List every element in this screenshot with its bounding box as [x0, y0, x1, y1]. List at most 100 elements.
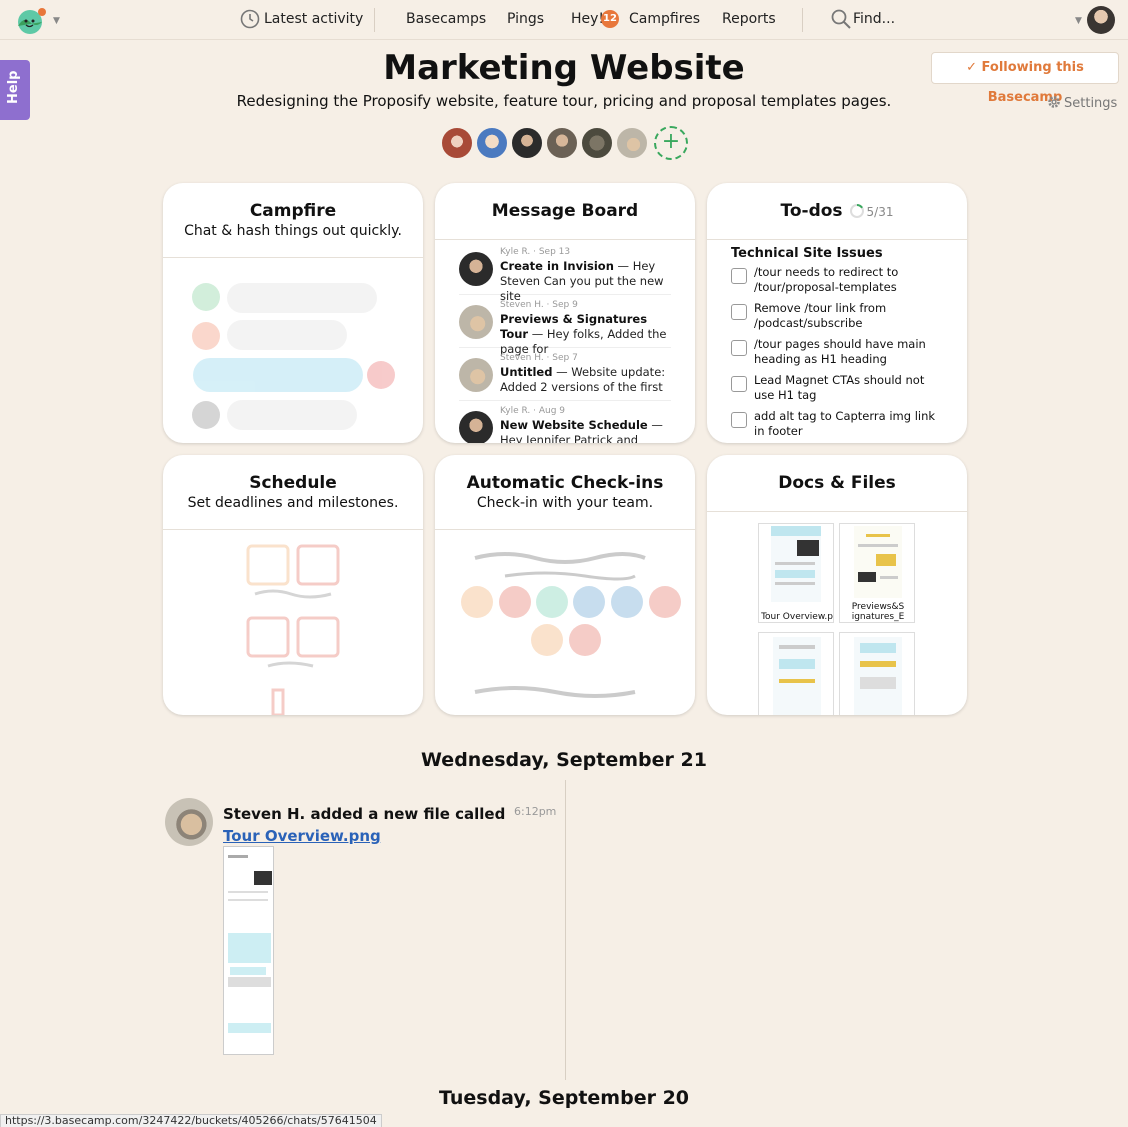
- nav-divider: [374, 8, 375, 32]
- doc-thumbnail[interactable]: [758, 632, 834, 715]
- message-meta: Steven H. · Sep 7: [500, 353, 578, 363]
- doc-thumbnail[interactable]: Previews&S ignatures_E: [839, 523, 915, 623]
- card-title: Automatic Check-ins: [466, 473, 664, 493]
- activity-entry: Steven H. added a new file called Tour O…: [223, 803, 508, 847]
- message-item[interactable]: Kyle R. · Sep 13 Create in Invision — He…: [459, 243, 671, 303]
- author-avatar: [459, 358, 493, 392]
- todo-item: Remove /tour link from /podcast/subscrib…: [731, 301, 946, 337]
- card-description: Set deadlines and milestones.: [187, 495, 399, 511]
- project-description: Redesigning the Proposify website, featu…: [236, 92, 892, 110]
- search-icon[interactable]: [830, 8, 852, 30]
- activity-file-preview[interactable]: [223, 846, 274, 1055]
- activity-text: Steven H. added a new file called: [223, 805, 506, 823]
- doc-thumbnail[interactable]: [839, 632, 915, 715]
- top-navigation: ▼ Latest activity Basecamps Pings Hey! 1…: [0, 0, 1128, 40]
- automatic-checkins-card[interactable]: Automatic Check-ins Check-in with your t…: [435, 455, 695, 715]
- todo-checkbox[interactable]: [731, 340, 747, 356]
- add-people-button[interactable]: +: [654, 126, 688, 160]
- doc-preview-image: [854, 526, 902, 598]
- person-avatar[interactable]: [545, 126, 579, 160]
- hey-count-badge: 12: [601, 10, 619, 28]
- schedule-card[interactable]: Schedule Set deadlines and milestones.: [163, 455, 423, 715]
- nav-basecamps[interactable]: Basecamps: [406, 11, 486, 27]
- todo-text[interactable]: add alt tag to Capterra img link in foot…: [754, 409, 946, 439]
- my-avatar[interactable]: [1087, 6, 1115, 34]
- doc-name: Previews&S ignatures_E: [840, 602, 914, 622]
- day-heading: Tuesday, September 20: [438, 1087, 690, 1109]
- message-text: Untitled — Website update: Added 2 versi…: [500, 365, 676, 395]
- nav-reports[interactable]: Reports: [722, 11, 776, 27]
- card-title: Docs & Files: [778, 473, 896, 493]
- message-text: New Website Schedule — Hey Jennifer Patr…: [500, 418, 676, 443]
- account-dropdown-icon[interactable]: ▼: [1075, 16, 1082, 26]
- doc-thumbnail[interactable]: Tour Overview.p: [758, 523, 834, 623]
- todo-checkbox[interactable]: [731, 268, 747, 284]
- card-title: Message Board: [491, 201, 639, 221]
- campfire-illustration: [192, 283, 395, 430]
- author-avatar: [459, 305, 493, 339]
- card-header: Docs & Files: [707, 455, 967, 512]
- nav-campfires[interactable]: Campfires: [629, 11, 700, 27]
- todo-text[interactable]: Remove /tour link from /podcast/subscrib…: [754, 301, 946, 331]
- message-board-card[interactable]: Message Board Kyle R. · Sep 13 Create in…: [435, 183, 695, 443]
- todo-text[interactable]: Lead Magnet CTAs should not use H1 tag: [754, 373, 946, 403]
- message-item[interactable]: Steven H. · Sep 9 Previews & Signatures …: [459, 296, 671, 356]
- message-subject: Untitled: [500, 365, 553, 379]
- todo-checkbox[interactable]: [731, 376, 747, 392]
- doc-preview-image: [773, 637, 821, 715]
- todo-text[interactable]: /tour needs to redirect to /tour/proposa…: [754, 265, 946, 295]
- card-description: Chat & hash things out quickly.: [184, 223, 402, 239]
- nav-find[interactable]: Find...: [853, 11, 895, 27]
- checkins-illustration: [461, 552, 681, 698]
- message-subject: New Website Schedule: [500, 418, 648, 432]
- basecamp-logo-icon[interactable]: [14, 6, 48, 34]
- status-bar-url: https://3.basecamp.com/3247422/buckets/4…: [0, 1114, 382, 1127]
- card-header: Campfire Chat & hash things out quickly.: [163, 183, 423, 258]
- todo-item: /tour needs to redirect to /tour/proposa…: [731, 265, 946, 301]
- todos-title: To-dos: [780, 201, 843, 221]
- nav-divider: [802, 8, 803, 32]
- message-meta: Steven H. · Sep 9: [500, 300, 578, 310]
- card-description: Check-in with your team.: [476, 495, 654, 511]
- campfire-card[interactable]: Campfire Chat & hash things out quickly.: [163, 183, 423, 443]
- person-avatar[interactable]: [440, 126, 474, 160]
- message-meta: Kyle R. · Sep 13: [500, 247, 571, 257]
- gear-icon: [1048, 96, 1060, 108]
- person-avatar[interactable]: [615, 126, 649, 160]
- person-avatar[interactable]: [475, 126, 509, 160]
- todo-item: /tour pages should have main heading as …: [731, 337, 946, 373]
- card-header: Schedule Set deadlines and milestones.: [163, 455, 423, 530]
- message-subject: Create in Invision: [500, 259, 614, 273]
- schedule-illustration: [246, 544, 340, 715]
- message-meta: Kyle R. · Aug 9: [500, 406, 566, 416]
- card-header: Message Board: [435, 183, 695, 240]
- settings-label: Settings: [1064, 96, 1118, 111]
- author-avatar: [459, 252, 493, 286]
- person-avatar[interactable]: [510, 126, 544, 160]
- todo-list-title[interactable]: Technical Site Issues: [731, 246, 883, 261]
- activity-file-link[interactable]: Tour Overview.png: [223, 827, 381, 845]
- doc-preview-image: [854, 637, 902, 715]
- person-avatar[interactable]: [580, 126, 614, 160]
- todo-item: add alt tag to Capterra img link in foot…: [731, 409, 946, 443]
- nav-hey[interactable]: Hey!: [571, 11, 604, 27]
- docs-files-card[interactable]: Docs & Files Tour Overview.p Previews&S …: [707, 455, 967, 715]
- doc-name: Tour Overview.p: [759, 612, 833, 622]
- todos-card[interactable]: To-dos 5/31 Technical Site Issues /tour …: [707, 183, 967, 443]
- message-item[interactable]: Steven H. · Sep 7 Untitled — Website upd…: [459, 349, 671, 401]
- following-button[interactable]: ✓ Following this Basecamp: [931, 52, 1119, 105]
- todo-text[interactable]: /tour pages should have main heading as …: [754, 337, 946, 367]
- progress-ring-icon: [849, 204, 864, 218]
- nav-latest-activity[interactable]: Latest activity: [264, 11, 363, 27]
- logo-dropdown-icon[interactable]: ▼: [53, 16, 60, 26]
- todos-count: 5/31: [866, 205, 894, 219]
- message-item[interactable]: Kyle R. · Aug 9 New Website Schedule — H…: [459, 402, 671, 443]
- todo-checkbox[interactable]: [731, 412, 747, 428]
- timeline-line: [565, 780, 566, 1080]
- nav-pings[interactable]: Pings: [507, 11, 544, 27]
- todo-checkbox[interactable]: [731, 304, 747, 320]
- todo-item: Lead Magnet CTAs should not use H1 tag: [731, 373, 946, 409]
- settings-link[interactable]: Settings: [1047, 95, 1117, 111]
- author-avatar: [459, 411, 493, 443]
- activity-avatar[interactable]: [165, 798, 213, 846]
